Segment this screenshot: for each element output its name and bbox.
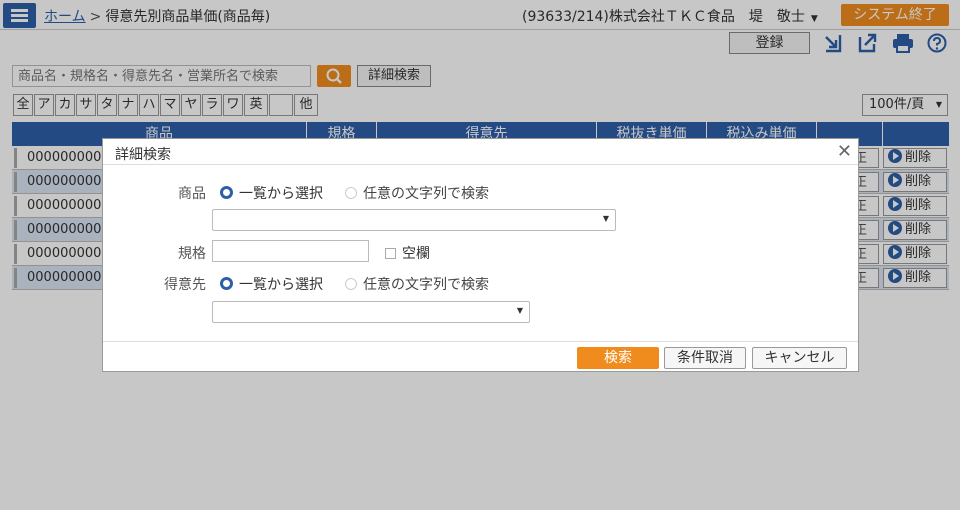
radio-unchecked-icon: [345, 278, 357, 290]
customer-select[interactable]: ▼: [212, 301, 530, 323]
radio-label: 任意の文字列で検索: [363, 186, 489, 202]
spec-label: 規格: [178, 246, 206, 262]
blank-checkbox[interactable]: 空欄: [385, 243, 430, 263]
radio-unchecked-icon: [345, 187, 357, 199]
caret-down-icon: ▼: [516, 306, 523, 315]
checkbox-label: 空欄: [402, 246, 430, 262]
clear-conditions-button[interactable]: 条件取消: [664, 347, 746, 369]
product-label: 商品: [178, 186, 206, 202]
radio-label: 一覧から選択: [239, 277, 323, 293]
caret-down-icon: ▼: [602, 214, 609, 223]
dialog-search-button[interactable]: 検索: [577, 347, 659, 369]
customer-radio-text[interactable]: 任意の文字列で検索: [345, 274, 489, 294]
customer-label: 得意先: [164, 277, 206, 293]
close-icon[interactable]: ✕: [837, 141, 852, 162]
cancel-button[interactable]: キャンセル: [752, 347, 847, 369]
radio-checked-icon: [220, 277, 233, 290]
product-radio-list[interactable]: 一覧から選択: [220, 183, 323, 203]
radio-label: 任意の文字列で検索: [363, 277, 489, 293]
radio-checked-icon: [220, 186, 233, 199]
spec-input[interactable]: [212, 240, 369, 262]
dialog-header: 詳細検索 ✕: [103, 139, 858, 165]
dialog-title: 詳細検索: [115, 147, 171, 163]
product-radio-text[interactable]: 任意の文字列で検索: [345, 183, 489, 203]
dialog-footer: 検索 条件取消 キャンセル: [103, 341, 858, 372]
radio-label: 一覧から選択: [239, 186, 323, 202]
customer-radio-list[interactable]: 一覧から選択: [220, 274, 323, 294]
checkbox-icon: [385, 248, 396, 259]
detail-search-dialog: 詳細検索 ✕ 商品 一覧から選択 任意の文字列で検索 ▼ 規格 空欄 得意先 一…: [102, 138, 859, 372]
product-select[interactable]: ▼: [212, 209, 616, 231]
